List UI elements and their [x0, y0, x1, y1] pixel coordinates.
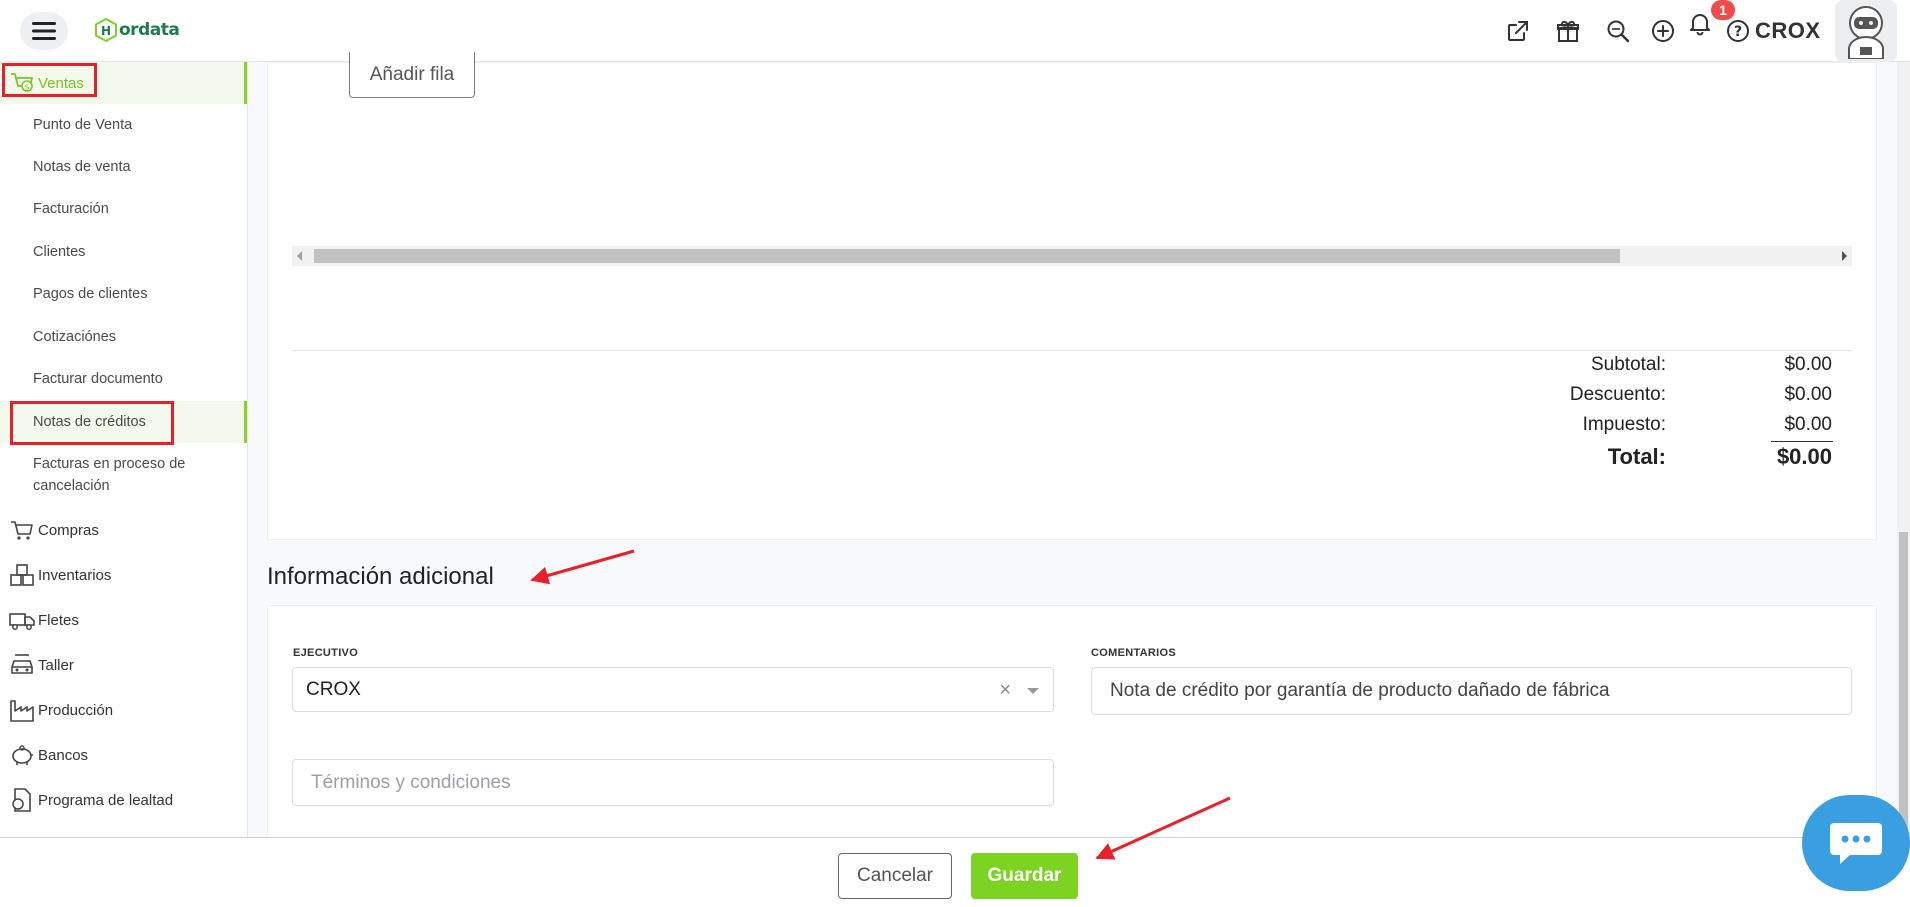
terminos-field[interactable]: Términos y condiciones	[292, 759, 1054, 806]
sidebar-item-punto-de-venta[interactable]: Punto de Venta	[0, 114, 247, 136]
avatar[interactable]	[1835, 0, 1897, 62]
sidebar-section-programa-de-lealtad[interactable]: Programa de lealtad	[0, 779, 247, 821]
descuento-label: Descuento:	[1569, 384, 1666, 405]
horizontal-scrollbar[interactable]	[292, 246, 1852, 266]
svg-text:H: H	[101, 24, 111, 38]
comentarios-field[interactable]: Nota de crédito por garantía de producto…	[1091, 667, 1852, 715]
top-header: H ordata 1 ? CROX	[0, 0, 1910, 62]
comentarios-label: COMENTARIOS	[1091, 647, 1176, 659]
ejecutivo-select[interactable]: CROX ×	[292, 667, 1054, 712]
sidebar-item-facturar-documento[interactable]: Facturar documento	[0, 368, 247, 390]
scrollbar-thumb[interactable]	[314, 249, 1620, 263]
logo-hex-icon: H	[95, 18, 117, 42]
chevron-down-icon[interactable]	[1027, 688, 1039, 694]
sidebar-item-notas-de-venta[interactable]: Notas de venta	[0, 156, 247, 178]
scroll-left-arrow[interactable]	[297, 251, 302, 261]
sidebar-section-label: Fletes	[38, 611, 79, 629]
sidebar-section-label: Bancos	[38, 746, 89, 764]
boxes-icon	[8, 561, 36, 589]
scrollbar-thumb[interactable]	[1899, 532, 1908, 832]
car-icon	[8, 651, 36, 679]
add-row-button[interactable]: Añadir fila	[349, 52, 475, 98]
comentarios-value: Nota de crédito por garantía de producto…	[1110, 680, 1610, 701]
search-zoom-icon[interactable]	[1603, 16, 1633, 46]
impuesto-value: $0.00	[1784, 414, 1832, 435]
sidebar-section-taller[interactable]: Taller	[0, 644, 247, 686]
clear-icon[interactable]: ×	[999, 679, 1011, 702]
sidebar-section-produccion[interactable]: Producción	[0, 689, 247, 731]
sidebar-item-facturas-cancelacion[interactable]: Facturas en proceso de cancelación	[0, 453, 247, 497]
descuento-value: $0.00	[1784, 384, 1832, 405]
sidebar-section-bancos[interactable]: Bancos	[0, 734, 247, 776]
sidebar-section-label: Programa de lealtad	[38, 791, 174, 809]
sidebar-item-facturacion[interactable]: Facturación	[0, 198, 247, 220]
totals-divider	[292, 350, 1852, 351]
shopping-cart-icon	[8, 516, 36, 544]
sidebar-section-compras[interactable]: Compras	[0, 509, 247, 551]
ejecutivo-label: EJECUTIVO	[293, 647, 359, 659]
sidebar-section-label: Producción	[38, 701, 114, 719]
scroll-right-arrow[interactable]	[1842, 251, 1847, 261]
impuesto-label: Impuesto:	[1582, 414, 1666, 435]
sidebar: $ Ventas Punto de Venta Notas de venta F…	[0, 62, 248, 837]
annotation-arrow-section	[530, 549, 635, 585]
piggy-bank-icon	[8, 741, 36, 769]
sidebar-section-ventas[interactable]: $ Ventas	[0, 62, 247, 104]
add-circle-icon[interactable]	[1648, 16, 1678, 46]
subtotal-label: Subtotal:	[1591, 354, 1666, 375]
action-footer	[0, 837, 1910, 907]
additional-info-title: Información adicional	[267, 563, 494, 590]
user-name[interactable]: CROX	[1755, 18, 1821, 44]
sidebar-item-label-line1: Facturas en proceso de	[33, 456, 186, 472]
sidebar-section-label: Ventas	[38, 74, 84, 92]
svg-text:?: ?	[1734, 24, 1742, 40]
help-icon[interactable]: ?	[1723, 16, 1753, 46]
sidebar-section-label: Compras	[38, 521, 99, 539]
vertical-scrollbar[interactable]	[1897, 62, 1910, 837]
save-button[interactable]: Guardar	[971, 853, 1078, 899]
sidebar-item-notas-de-creditos[interactable]: Notas de créditos	[0, 401, 247, 443]
ejecutivo-value: CROX	[306, 678, 361, 700]
hamburger-menu-button[interactable]	[20, 12, 68, 50]
chat-bubble-icon	[1830, 823, 1882, 864]
chat-button[interactable]	[1802, 795, 1910, 891]
subtotal-value: $0.00	[1784, 354, 1832, 375]
external-link-icon[interactable]	[1503, 16, 1533, 46]
sidebar-item-pagos-de-clientes[interactable]: Pagos de clientes	[0, 283, 247, 305]
sidebar-section-label: Taller	[38, 656, 74, 674]
total-label: Total:	[1607, 444, 1666, 469]
sidebar-item-clientes[interactable]: Clientes	[0, 241, 247, 263]
logo-text: ordata	[119, 20, 180, 40]
terminos-placeholder: Términos y condiciones	[311, 771, 511, 793]
robot-avatar-icon	[1848, 6, 1884, 59]
truck-icon	[8, 606, 36, 634]
loyalty-card-icon	[8, 786, 36, 814]
factory-icon	[8, 696, 36, 724]
cancel-button[interactable]: Cancelar	[838, 853, 952, 899]
menu-icon	[32, 22, 56, 40]
sidebar-item-cotizaciones[interactable]: Cotizaciónes	[0, 326, 247, 348]
sidebar-section-label: Inventarios	[38, 566, 112, 584]
sidebar-section-fletes[interactable]: Fletes	[0, 599, 247, 641]
gift-icon[interactable]	[1553, 16, 1583, 46]
sales-cart-icon: $	[8, 69, 36, 97]
sidebar-section-inventarios[interactable]: Inventarios	[0, 554, 247, 596]
sidebar-item-label-line2: cancelación	[33, 478, 110, 494]
app-logo[interactable]: H ordata	[95, 18, 180, 42]
total-value: $0.00	[1776, 444, 1832, 469]
svg-text:$: $	[25, 83, 30, 92]
totals-underline	[1771, 441, 1833, 442]
